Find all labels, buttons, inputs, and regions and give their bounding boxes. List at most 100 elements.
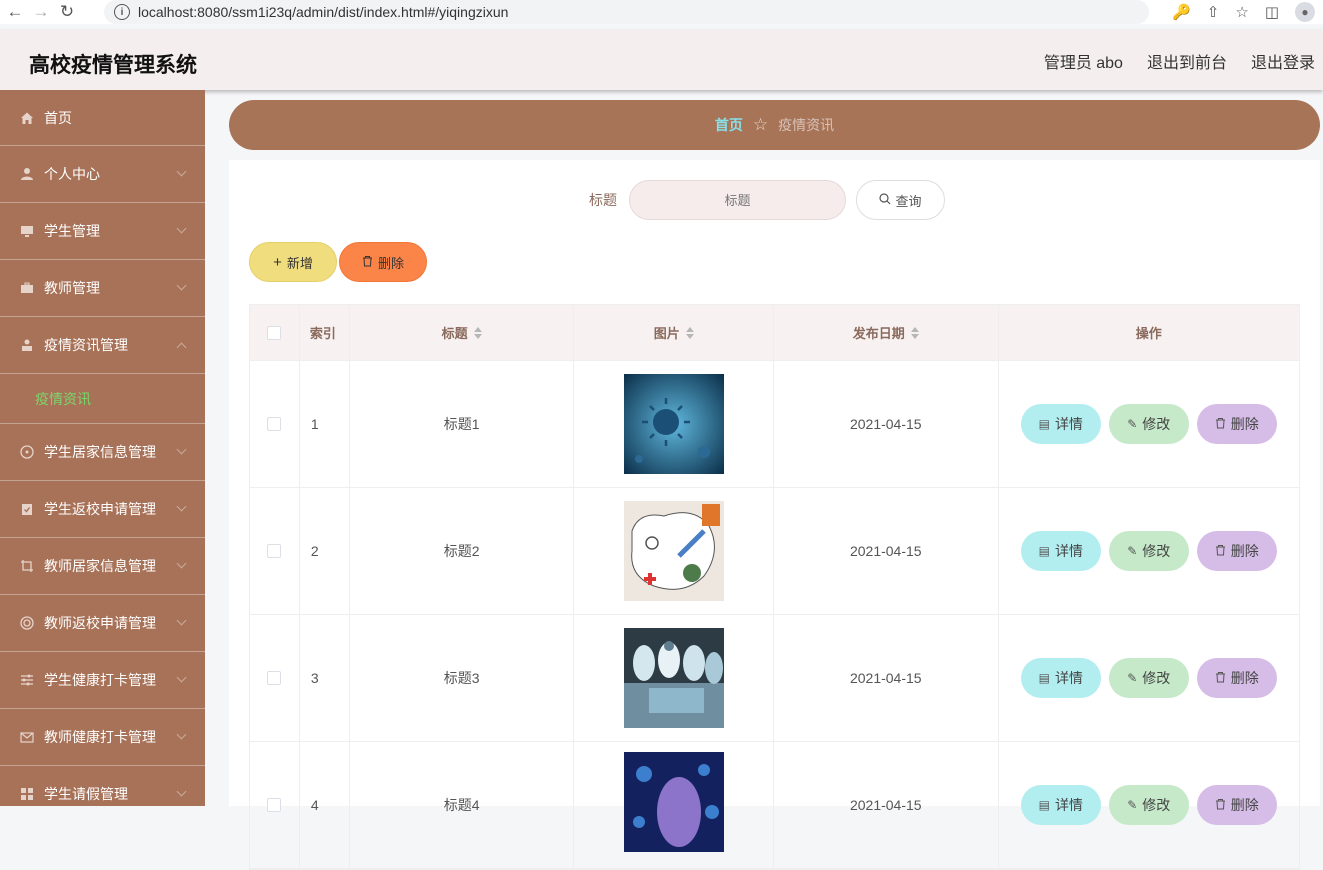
delete-label: 删除 xyxy=(1230,543,1259,559)
detail-button[interactable]: ▤ 详情 xyxy=(1020,404,1101,444)
header-image[interactable]: 图片 xyxy=(574,305,774,360)
sidebar-item-teacher-return[interactable]: 教师返校申请管理 xyxy=(0,595,205,652)
site-info-icon[interactable]: i xyxy=(114,4,130,20)
delete-button[interactable]: 删除 xyxy=(1196,785,1277,825)
sidebar-item-students[interactable]: 学生管理 xyxy=(0,203,205,260)
poster-image[interactable] xyxy=(623,501,724,601)
search-label: 标题 xyxy=(589,192,617,208)
pencil-icon: ✎ xyxy=(1127,544,1138,558)
table-row: 2 标题2 2021-04-15 ▤ 详情 ✎ 修改 删除 xyxy=(250,488,1299,615)
virus-body-image[interactable] xyxy=(623,752,724,852)
chevron-down-icon xyxy=(176,444,187,455)
address-bar[interactable]: i localhost:8080/ssm1i23q/admin/dist/ind… xyxy=(104,0,1149,24)
header-title-label: 标题 xyxy=(441,326,468,341)
header-title[interactable]: 标题 xyxy=(350,305,575,360)
clipboard-icon xyxy=(19,501,35,517)
lifebuoy-icon xyxy=(19,615,35,631)
sidebar-item-label: 个人中心 xyxy=(44,166,100,182)
sidebar-item-home[interactable]: 首页 xyxy=(0,90,205,146)
edit-button[interactable]: ✎ 修改 xyxy=(1108,785,1189,825)
sidebar-item-student-health-checkin[interactable]: 学生健康打卡管理 xyxy=(0,652,205,709)
sidebar-item-label: 疫情资讯管理 xyxy=(44,337,128,353)
logout-link[interactable]: 退出登录 xyxy=(1251,49,1315,73)
row-title: 标题2 xyxy=(350,488,575,614)
back-icon[interactable]: ← xyxy=(4,1,26,23)
chevron-up-icon xyxy=(176,342,187,353)
edit-button[interactable]: ✎ 修改 xyxy=(1108,404,1189,444)
sort-icon[interactable] xyxy=(473,326,482,339)
chevron-down-icon xyxy=(176,501,187,512)
virus-image[interactable] xyxy=(623,374,724,474)
person-icon xyxy=(19,337,35,353)
row-date: 2021-04-15 xyxy=(774,615,999,741)
sidebar-item-label: 学生请假管理 xyxy=(44,786,128,802)
pencil-icon: ✎ xyxy=(1127,798,1138,812)
document-icon: ▤ xyxy=(1038,417,1050,431)
sidebar-item-teachers[interactable]: 教师管理 xyxy=(0,260,205,317)
key-icon[interactable]: 🔑 xyxy=(1172,3,1191,21)
sidebar-item-profile[interactable]: 个人中心 xyxy=(0,146,205,203)
sidebar-item-label: 学生管理 xyxy=(44,223,100,239)
batch-delete-button[interactable]: 删除 xyxy=(339,242,427,282)
sidebar-subitem-news[interactable]: 疫情资讯 xyxy=(0,374,205,424)
header-checkbox-cell xyxy=(250,305,300,360)
app-title: 高校疫情管理系统 xyxy=(29,54,197,77)
row-title: 标题1 xyxy=(350,361,575,487)
side-panel-icon[interactable]: ◫ xyxy=(1265,3,1279,21)
breadcrumb-current: 疫情资讯 xyxy=(778,117,835,133)
sliders-icon xyxy=(19,672,35,688)
delete-button[interactable]: 删除 xyxy=(1196,531,1277,571)
search-button[interactable]: 查询 xyxy=(856,180,945,220)
header-index: 索引 xyxy=(300,305,350,360)
sort-icon[interactable] xyxy=(685,326,694,339)
sidebar-item-label: 首页 xyxy=(44,109,72,126)
row-title: 标题4 xyxy=(350,742,575,868)
delete-button[interactable]: 删除 xyxy=(1196,404,1277,444)
delete-label: 删除 xyxy=(1230,797,1259,813)
detail-label: 详情 xyxy=(1054,543,1083,559)
sidebar-item-student-return[interactable]: 学生返校申请管理 xyxy=(0,481,205,538)
row-index: 2 xyxy=(300,488,350,614)
add-button[interactable]: + 新增 xyxy=(249,242,337,282)
bookmark-star-icon[interactable]: ☆ xyxy=(1235,3,1248,21)
trash-icon xyxy=(362,255,373,270)
app-header: 高校疫情管理系统 管理员 abo 退出到前台 退出登录 xyxy=(0,30,1323,90)
row-index: 4 xyxy=(300,742,350,868)
content-panel: 标题 查询 + 新增 删除 索引 标题 xyxy=(229,160,1320,870)
sidebar-item-label: 教师健康打卡管理 xyxy=(44,729,156,745)
detail-button[interactable]: ▤ 详情 xyxy=(1020,658,1101,698)
star-icon: ☆ xyxy=(752,115,769,134)
reload-icon[interactable]: ↻ xyxy=(56,1,78,23)
edit-button[interactable]: ✎ 修改 xyxy=(1108,658,1189,698)
sidebar-item-student-leave[interactable]: 学生请假管理 xyxy=(0,766,205,806)
profile-avatar-icon[interactable]: ● xyxy=(1295,2,1315,22)
delete-button[interactable]: 删除 xyxy=(1196,658,1277,698)
header-ops: 操作 xyxy=(1135,326,1162,341)
search-input[interactable] xyxy=(629,180,846,220)
sidebar-item-label: 学生居家信息管理 xyxy=(44,444,156,460)
row-checkbox[interactable] xyxy=(267,544,282,558)
medical-staff-image[interactable] xyxy=(623,628,724,728)
sidebar-item-student-home-info[interactable]: 学生居家信息管理 xyxy=(0,424,205,481)
row-checkbox[interactable] xyxy=(267,798,282,812)
crop-icon xyxy=(19,558,35,574)
select-all-checkbox[interactable] xyxy=(267,325,282,340)
header-date[interactable]: 发布日期 xyxy=(774,305,999,360)
row-checkbox[interactable] xyxy=(267,417,282,431)
edit-button[interactable]: ✎ 修改 xyxy=(1108,531,1189,571)
sidebar-item-teacher-home-info[interactable]: 教师居家信息管理 xyxy=(0,538,205,595)
search-icon xyxy=(879,192,891,208)
row-checkbox[interactable] xyxy=(267,671,282,685)
sort-icon[interactable] xyxy=(910,326,919,339)
mail-icon xyxy=(19,729,35,745)
trash-icon xyxy=(1215,417,1226,432)
exit-to-front-link[interactable]: 退出到前台 xyxy=(1147,49,1227,73)
breadcrumb-home[interactable]: 首页 xyxy=(715,115,743,135)
sidebar-item-teacher-health-checkin[interactable]: 教师健康打卡管理 xyxy=(0,709,205,766)
detail-button[interactable]: ▤ 详情 xyxy=(1020,531,1101,571)
header-date-label: 发布日期 xyxy=(852,326,905,341)
sidebar-item-news-management[interactable]: 疫情资讯管理 xyxy=(0,317,205,374)
detail-button[interactable]: ▤ 详情 xyxy=(1020,785,1101,825)
share-icon[interactable]: ⇧ xyxy=(1207,3,1220,21)
forward-icon[interactable]: → xyxy=(30,1,52,23)
